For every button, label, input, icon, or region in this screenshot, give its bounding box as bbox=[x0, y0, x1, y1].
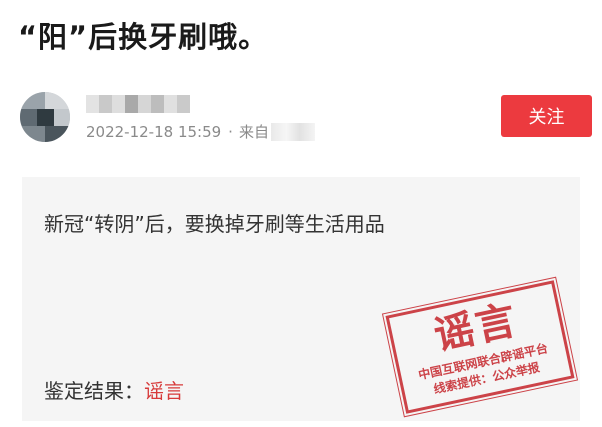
post-meta: 2022-12-18 15:59 · 来自 bbox=[86, 121, 315, 142]
fact-check-card: 新冠“转阴”后，要换掉牙刷等生活用品 谣言 中国互联网联合辟谣平台 线索提供：公… bbox=[22, 177, 580, 421]
post-date: 2022-12-18 15:59 bbox=[86, 122, 222, 141]
follow-button[interactable]: 关注 bbox=[501, 95, 592, 137]
meta-separator: · bbox=[228, 122, 233, 141]
article-title: “阳”后换牙刷哦。 bbox=[18, 20, 269, 54]
source-prefix: 来自 bbox=[238, 123, 269, 141]
claim-text: 新冠“转阴”后，要换掉牙刷等生活用品 bbox=[44, 212, 385, 236]
author-avatar[interactable] bbox=[20, 92, 70, 142]
verdict-value: 谣言 bbox=[144, 379, 184, 403]
verdict-label: 鉴定结果： bbox=[44, 379, 144, 403]
article-page: “阳”后换牙刷哦。 2022-12-18 15:59 · 来自 关注 新冠“转阴… bbox=[0, 0, 602, 427]
verdict-row: 鉴定结果：谣言 bbox=[44, 375, 184, 404]
rumor-stamp: 谣言 中国互联网联合辟谣平台 线索提供：公众举报 bbox=[382, 276, 578, 418]
source-name-blurred bbox=[270, 122, 315, 141]
author-name-blurred[interactable] bbox=[86, 92, 190, 116]
